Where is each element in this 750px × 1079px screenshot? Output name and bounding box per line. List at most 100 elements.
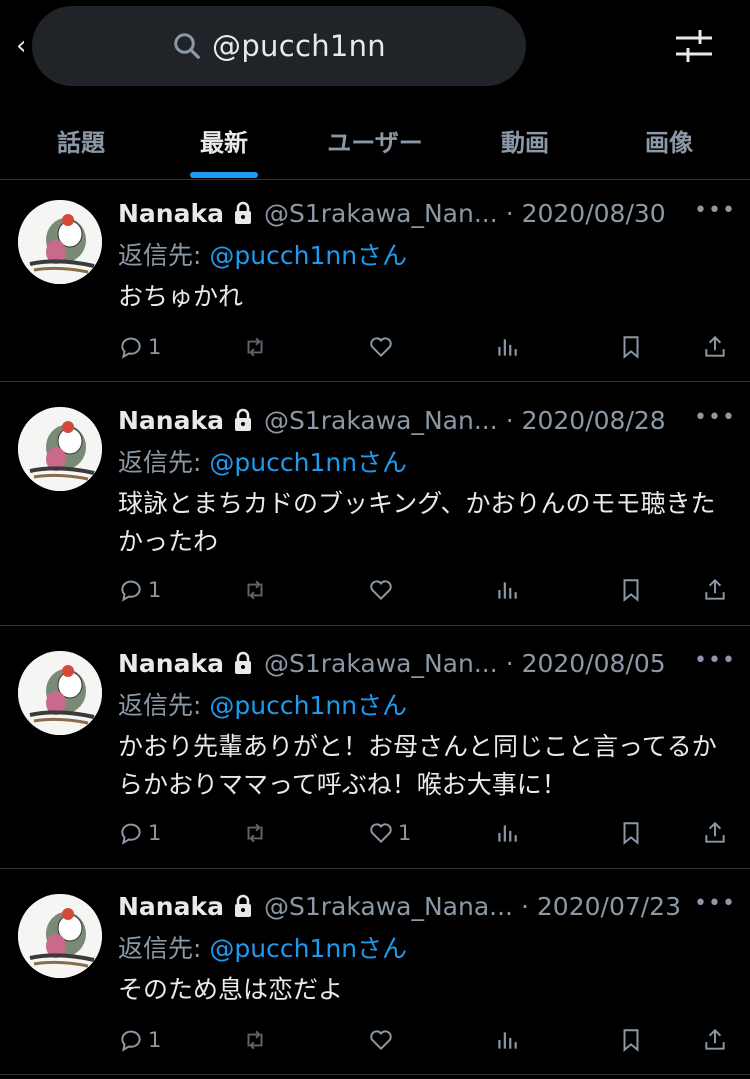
like-button[interactable]: 1 [368,818,411,848]
share-button[interactable] [702,575,728,605]
more-options-icon[interactable]: ••• [694,403,735,437]
reply-mention[interactable]: @pucch1nn [209,691,357,720]
reply-mention[interactable]: @pucch1nn [209,934,357,963]
bookmark-icon [623,822,639,845]
search-icon [174,33,200,59]
reply-button[interactable]: 1 [118,575,161,605]
tweet[interactable]: Nanaka @S1rakawa_Nan... · 2020/08/05 •••… [0,627,750,869]
display-name[interactable]: Nanaka [118,406,224,435]
user-handle[interactable]: @S1rakawa_Nan... [264,199,498,228]
avatar[interactable] [18,894,102,978]
bookmark-button[interactable] [618,332,644,362]
filter-settings-icon[interactable] [672,26,716,66]
reply-icon [121,337,141,359]
tweet-header: Nanaka @S1rakawa_Nana... · 2020/07/23 [118,889,738,923]
lock-icon [234,894,251,917]
reply-button[interactable]: 1 [118,332,161,362]
like-button[interactable] [368,575,398,605]
analytics-button[interactable] [494,332,520,362]
reply-button[interactable]: 1 [118,1025,161,1055]
reply-count: 1 [148,1028,162,1052]
like-button[interactable] [368,1025,398,1055]
avatar[interactable] [18,407,102,491]
retweet-button[interactable] [242,1025,272,1055]
tab-users[interactable]: ユーザー [300,100,450,180]
retweet-button[interactable] [242,818,272,848]
lock-icon [234,201,251,224]
tab-images[interactable]: 画像 [594,100,744,180]
reply-icon [121,823,141,845]
tweet-actions: 1 [118,1025,730,1055]
analytics-button[interactable] [494,1025,520,1055]
reply-suffix[interactable]: さん [357,934,407,963]
display-name[interactable]: Nanaka [118,649,224,678]
search-tabs: 話題 最新 ユーザー 動画 画像 [0,100,750,180]
more-options-icon[interactable]: ••• [694,196,735,230]
reply-to-line: 返信先: @pucch1nnさん [118,443,407,479]
tab-videos[interactable]: 動画 [450,100,600,180]
retweet-button[interactable] [242,332,272,362]
tweet[interactable]: Nanaka @S1rakawa_Nan... · 2020/08/30 •••… [0,180,750,382]
search-box[interactable]: @pucch1nn [32,6,526,86]
tweet-actions: 1 1 [118,818,730,848]
tweet-header: Nanaka @S1rakawa_Nan... · 2020/08/28 [118,403,738,437]
analytics-icon [498,1032,517,1049]
user-handle[interactable]: @S1rakawa_Nan... [264,406,498,435]
reply-count: 1 [148,335,162,359]
tweet-actions: 1 [118,332,730,362]
tweet-header: Nanaka @S1rakawa_Nan... · 2020/08/30 [118,196,738,230]
tweet-text: そのため息は恋だよ [118,975,344,1004]
reply-button[interactable]: 1 [118,818,161,848]
user-handle[interactable]: @S1rakawa_Nana... [264,892,513,921]
tweet-date[interactable]: · 2020/08/05 [506,649,666,678]
reply-suffix[interactable]: さん [357,691,407,720]
reply-to-line: 返信先: @pucch1nnさん [118,686,407,722]
heart-icon [370,580,392,601]
bookmark-icon [623,579,639,602]
tweet-text: おちゅかれ [118,282,244,311]
bookmark-icon [623,1029,639,1052]
analytics-button[interactable] [494,575,520,605]
reply-suffix[interactable]: さん [357,448,407,477]
tweet-date[interactable]: · 2020/08/30 [506,199,666,228]
more-options-icon[interactable]: ••• [694,646,735,680]
avatar[interactable] [18,200,102,284]
retweet-icon [247,823,263,843]
tweet[interactable]: Nanaka @S1rakawa_Nana... · 2020/07/23 ••… [0,870,750,1075]
reply-count: 1 [148,578,162,602]
share-icon [705,335,725,357]
more-options-icon[interactable]: ••• [694,889,735,923]
avatar[interactable] [18,651,102,735]
bookmark-button[interactable] [618,575,644,605]
tweet-date[interactable]: · 2020/08/28 [506,406,666,435]
analytics-button[interactable] [494,818,520,848]
reply-mention[interactable]: @pucch1nn [209,241,357,270]
search-query[interactable]: @pucch1nn [212,29,386,63]
retweet-button[interactable] [242,575,272,605]
bookmark-button[interactable] [618,1025,644,1055]
display-name[interactable]: Nanaka [118,199,224,228]
tab-top[interactable]: 話題 [0,100,162,180]
share-button[interactable] [702,818,728,848]
user-handle[interactable]: @S1rakawa_Nan... [264,649,498,678]
reply-mention[interactable]: @pucch1nn [209,448,357,477]
like-button[interactable] [368,332,398,362]
lock-icon [234,408,251,431]
tweet[interactable]: Nanaka @S1rakawa_Nan... · 2020/08/28 •••… [0,383,750,626]
reply-prefix: 返信先: [118,691,202,720]
tweet-text: かおり先輩ありがと！お母さんと同じこと言ってるからかおりママって呼ぶね！喉お大事… [118,732,717,799]
reply-prefix: 返信先: [118,448,202,477]
display-name[interactable]: Nanaka [118,892,224,921]
analytics-icon [498,825,517,842]
tab-latest[interactable]: 最新 [148,100,300,180]
reply-suffix[interactable]: さん [357,241,407,270]
lock-icon [234,651,251,674]
bookmark-button[interactable] [618,818,644,848]
reply-icon [121,1030,141,1052]
share-button[interactable] [702,332,728,362]
reply-icon [121,580,141,602]
share-button[interactable] [702,1025,728,1055]
reply-to-line: 返信先: @pucch1nnさん [118,929,407,965]
reply-to-line: 返信先: @pucch1nnさん [118,236,407,272]
tweet-date[interactable]: · 2020/07/23 [521,892,681,921]
